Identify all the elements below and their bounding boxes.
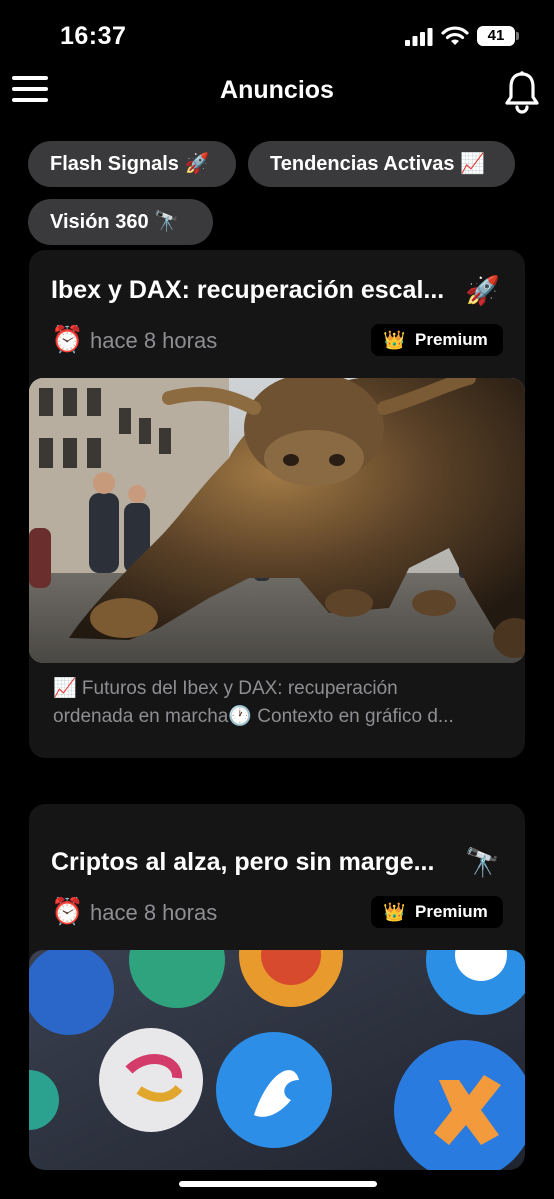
bull-statue-image bbox=[29, 378, 525, 663]
chip-vision-360[interactable]: Visión 360 🔭 bbox=[28, 199, 213, 245]
telescope-icon: 🔭 bbox=[465, 847, 500, 878]
card-time: hace 8 horas bbox=[90, 900, 218, 925]
card-title: Ibex y DAX: recuperación escal... bbox=[51, 276, 445, 304]
alarm-clock-icon: ⏰ bbox=[51, 324, 84, 354]
card-description-line-1: 📈 Futuros del Ibex y DAX: recuperación bbox=[53, 678, 398, 699]
card-title: Criptos al alza, pero sin marge... bbox=[51, 848, 435, 876]
rocket-icon: 🚀 bbox=[465, 275, 500, 306]
cellular-signal-icon bbox=[405, 28, 433, 46]
battery-cap bbox=[516, 32, 519, 40]
card-description-line-2: ordenada en marcha🕐 Contexto en gráfico … bbox=[53, 706, 454, 727]
premium-badge: 👑 Premium bbox=[371, 324, 503, 356]
card-time: hace 8 horas bbox=[90, 328, 218, 353]
alarm-clock-icon: ⏰ bbox=[51, 896, 84, 926]
premium-badge: 👑 Premium bbox=[371, 896, 503, 928]
battery-icon: 41 bbox=[477, 26, 515, 46]
status-time: 16:37 bbox=[60, 22, 127, 50]
wifi-icon bbox=[441, 26, 469, 45]
news-card[interactable]: Criptos al alza, pero sin marge... 🔭 ⏰ h… bbox=[29, 804, 525, 1170]
top-bar: Anuncios bbox=[0, 70, 554, 114]
card-image-bull-statue bbox=[29, 378, 525, 663]
news-card[interactable]: Ibex y DAX: recuperación escal... 🚀 ⏰ ha… bbox=[29, 250, 525, 758]
premium-badge-label: Premium bbox=[415, 902, 488, 921]
chip-tendencias-activas[interactable]: Tendencias Activas 📈 bbox=[248, 141, 515, 187]
crown-icon: 👑 bbox=[383, 330, 406, 350]
notification-bell-icon[interactable] bbox=[502, 70, 542, 114]
status-bar: 16:37 41 bbox=[0, 0, 554, 60]
crypto-icons-image bbox=[29, 950, 525, 1170]
home-indicator bbox=[179, 1181, 377, 1187]
premium-badge-label: Premium bbox=[415, 330, 488, 349]
chip-flash-signals[interactable]: Flash Signals 🚀 bbox=[28, 141, 236, 187]
card-description: 📈 Futuros del Ibex y DAX: recuperación o… bbox=[53, 675, 505, 731]
card-image-crypto-icons bbox=[29, 950, 525, 1170]
page-title: Anuncios bbox=[220, 76, 334, 104]
crown-icon: 👑 bbox=[383, 902, 406, 922]
